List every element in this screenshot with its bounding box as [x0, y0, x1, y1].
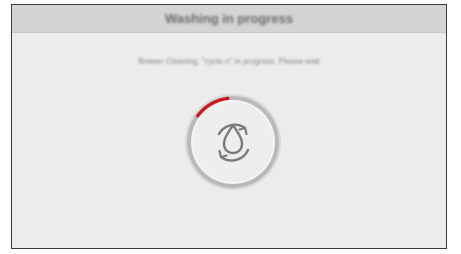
washing-screen: Washing in progress Brewer Cleaning, "cy…: [11, 4, 447, 249]
header-bar: Washing in progress: [12, 5, 446, 33]
progress-indicator: [183, 92, 283, 192]
page-title: Washing in progress: [164, 11, 294, 26]
status-message: Brewer Cleaning, "cycle n" in progress. …: [138, 57, 320, 66]
